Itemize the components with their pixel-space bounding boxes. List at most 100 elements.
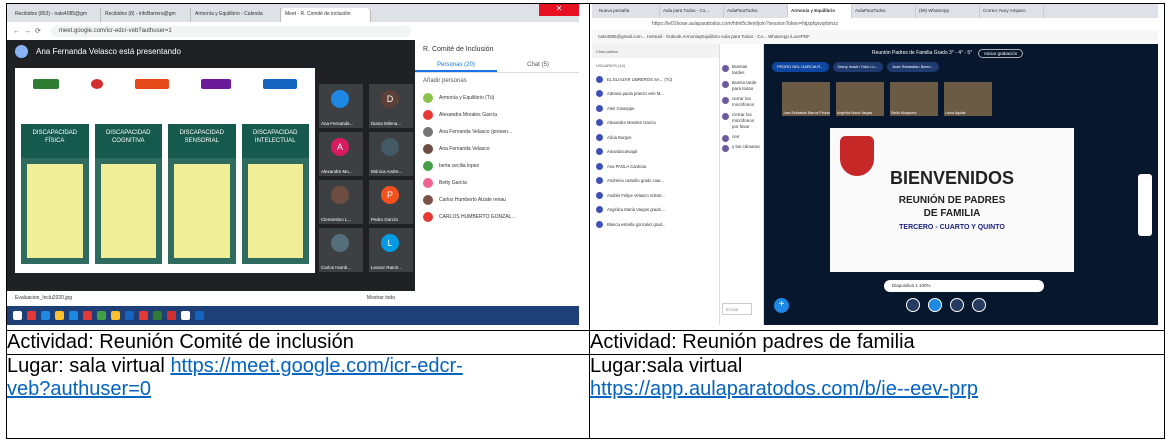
user-row[interactable]: Angélica María Vargas grado ... — [592, 203, 719, 218]
mic-icon[interactable] — [906, 298, 920, 312]
record-button[interactable]: Iniciar grabación — [978, 48, 1024, 58]
user-avatar — [596, 220, 603, 228]
taskbar-app-icon[interactable] — [69, 311, 78, 320]
close-window-icon[interactable]: ✕ — [539, 4, 579, 16]
meet-link-continued[interactable]: veb?authuser=0 — [7, 378, 151, 400]
side-panel: R. Comité de Inclusión Personas (20) Cha… — [415, 40, 579, 306]
taskbar-app-icon[interactable] — [13, 311, 22, 320]
user-row[interactable]: Andreina castaño grado cuar... — [592, 174, 719, 189]
taskbar-app-icon[interactable] — [195, 311, 204, 320]
user-avatar — [596, 119, 603, 127]
browser-tab[interactable]: Recibidos (853) - nats4085@gm — [11, 8, 101, 22]
activity-table: Recibidos (853) - nats4085@gm Recibidos (… — [6, 3, 1165, 439]
browser-tab[interactable]: AulaParaTodos — [724, 4, 788, 18]
taskbar-app-icon[interactable] — [167, 311, 176, 320]
speaker-chip[interactable]: PEDRO NEL GARCIA R... — [772, 62, 829, 72]
browser-tab[interactable]: Aula para Todos - Co... — [660, 4, 724, 18]
person-avatar — [423, 177, 433, 188]
person-row[interactable]: Ana Fernanda Velasco — [415, 140, 579, 157]
download-file-name[interactable]: Evaluacion_Inclu2020.jpg — [15, 295, 72, 301]
add-people-button[interactable]: Añadir personas — [415, 73, 579, 89]
phone-icon[interactable] — [928, 298, 942, 312]
user-avatar — [596, 191, 603, 199]
taskbar-app-icon[interactable] — [41, 311, 50, 320]
person-row[interactable]: CARLOS HUMBERTO GONZAL... — [415, 208, 579, 225]
taskbar-app-icon[interactable] — [111, 311, 120, 320]
camera-icon[interactable] — [950, 298, 964, 312]
person-row[interactable]: Carlos Humberto Alzate renau — [415, 191, 579, 208]
url-field-2[interactable]: https://ie01hoae.aulaparatodos.com/html5… — [592, 18, 1158, 30]
chat-public-item[interactable]: Chat público — [592, 44, 719, 58]
chat-input[interactable]: Enviar — [722, 303, 752, 315]
person-avatar — [423, 109, 433, 120]
taskbar-app-icon[interactable] — [153, 311, 162, 320]
forward-icon[interactable]: → — [24, 28, 31, 35]
participant-avatar: A — [331, 138, 349, 156]
users-list: EL ELIAZAR LIBREROS SA... (Tú) Adriana pa… — [592, 72, 719, 232]
user-row[interactable]: Ana PAOLA Cardona — [592, 159, 719, 174]
participant-tile: P Pedro García — [369, 180, 413, 224]
presentation-slide: BIENVENIDOS REUNIÓN DE PADRES DE FAMILIA… — [830, 128, 1074, 272]
person-row[interactable]: Ana Fernanda Velasco (presen... — [415, 123, 579, 140]
meeting-title: Reunión Padres de Familia Grado 3° - 4° … — [872, 50, 973, 56]
user-row[interactable]: Amandacarvajal — [592, 145, 719, 160]
speaker-chip[interactable]: Juan Sebastian Barro... — [887, 62, 939, 72]
speaker-chip[interactable]: Diany mavin Tulio Lu... — [832, 62, 883, 72]
taskbar-app-icon[interactable] — [55, 311, 64, 320]
taskbar-app-icon[interactable] — [181, 311, 190, 320]
meet-link[interactable]: https://meet.google.com/icr-edcr- — [170, 355, 462, 377]
person-avatar — [423, 126, 433, 137]
user-row[interactable]: Alicia Burgos — [592, 130, 719, 145]
user-name: Blanca estrella gonzalez grad... — [607, 221, 666, 227]
user-name: Adriana paola pranzo vele M... — [607, 91, 664, 97]
tab-chat[interactable]: Chat (5) — [497, 59, 579, 72]
browser-tab[interactable]: Recibidos (8) - infoBarrera@gm — [101, 8, 191, 22]
browser-tab[interactable]: (59) WhatsApp — [916, 4, 980, 18]
participant-tile: Ana Fernanda... — [319, 84, 363, 128]
taskbar-app-icon[interactable] — [125, 311, 134, 320]
share-screen-icon[interactable] — [972, 298, 986, 312]
browser-tab[interactable]: Correo: Nury Amparo — [980, 4, 1044, 18]
back-icon[interactable]: ← — [13, 28, 20, 35]
taskbar-app-icon[interactable] — [97, 311, 106, 320]
browser-tabs: Recibidos (853) - nats4085@gm Recibidos (… — [7, 4, 579, 22]
user-row[interactable]: Aleir Giuseppe — [592, 101, 719, 116]
people-list: Armonía y Equilibrio (Tú) Alexandra Moral… — [415, 89, 579, 225]
browser-tab[interactable]: Nueva pestaña — [596, 4, 660, 18]
person-row[interactable]: Alexandra Morales García — [415, 106, 579, 123]
taskbar-app-icon[interactable] — [139, 311, 148, 320]
browser-tab[interactable]: Armonía y Equilibrio — [788, 4, 852, 18]
show-all-link[interactable]: Mostrar todo — [367, 295, 395, 301]
browser-tab[interactable]: Meet - R. Comité de inclusión — [281, 8, 371, 22]
user-row[interactable]: Blanca estrella gonzalez grad... — [592, 217, 719, 232]
user-row[interactable]: EL ELIAZAR LIBREROS SA... (Tú) — [592, 72, 719, 87]
user-avatar — [596, 90, 603, 98]
taskbar-app-icon[interactable] — [27, 311, 36, 320]
category-body — [27, 164, 83, 258]
tab-people[interactable]: Personas (20) — [415, 59, 497, 72]
user-row[interactable]: Andrés Felipe Velasco Arbole... — [592, 188, 719, 203]
browser-chrome: Recibidos (853) - nats4085@gm Recibidos (… — [7, 4, 579, 40]
user-row[interactable]: Alexandra Morales García — [592, 116, 719, 131]
chat-message: cerr — [720, 132, 763, 142]
user-row[interactable]: Adriana paola pranzo vele M... — [592, 87, 719, 102]
plus-icon[interactable]: + — [774, 298, 789, 313]
person-row[interactable]: Betty García — [415, 174, 579, 191]
whiteboard-tools[interactable] — [1138, 174, 1152, 236]
person-row[interactable]: berta cecilia lopez — [415, 157, 579, 174]
taskbar-app-icon[interactable] — [83, 311, 92, 320]
category-body — [247, 164, 303, 258]
browser-tab[interactable]: AulaParaTodos — [852, 4, 916, 18]
webcam-strip: Juan Sebastian Barros Pinzon Angelica Mar… — [782, 82, 992, 116]
aula-link[interactable]: https://app.aulaparatodos.com/b/ie--eev-… — [590, 378, 978, 400]
person-row[interactable]: Armonía y Equilibrio (Tú) — [415, 89, 579, 106]
url-field[interactable]: meet.google.com/icr-edcr-veb?authuser=1 — [50, 25, 411, 37]
slide-pager[interactable]: Diapositiva 1 100% — [884, 280, 1044, 292]
user-avatar — [596, 75, 603, 83]
user-name: Alicia Burgos — [607, 134, 632, 140]
panel-tabs: Personas (20) Chat (5) — [415, 59, 579, 73]
user-name: Amandacarvajal — [607, 149, 638, 155]
reload-icon[interactable]: ⟳ — [35, 27, 41, 35]
user-avatar — [596, 148, 603, 156]
browser-tab[interactable]: Armonía y Equilibrio - Calenda — [191, 8, 281, 22]
